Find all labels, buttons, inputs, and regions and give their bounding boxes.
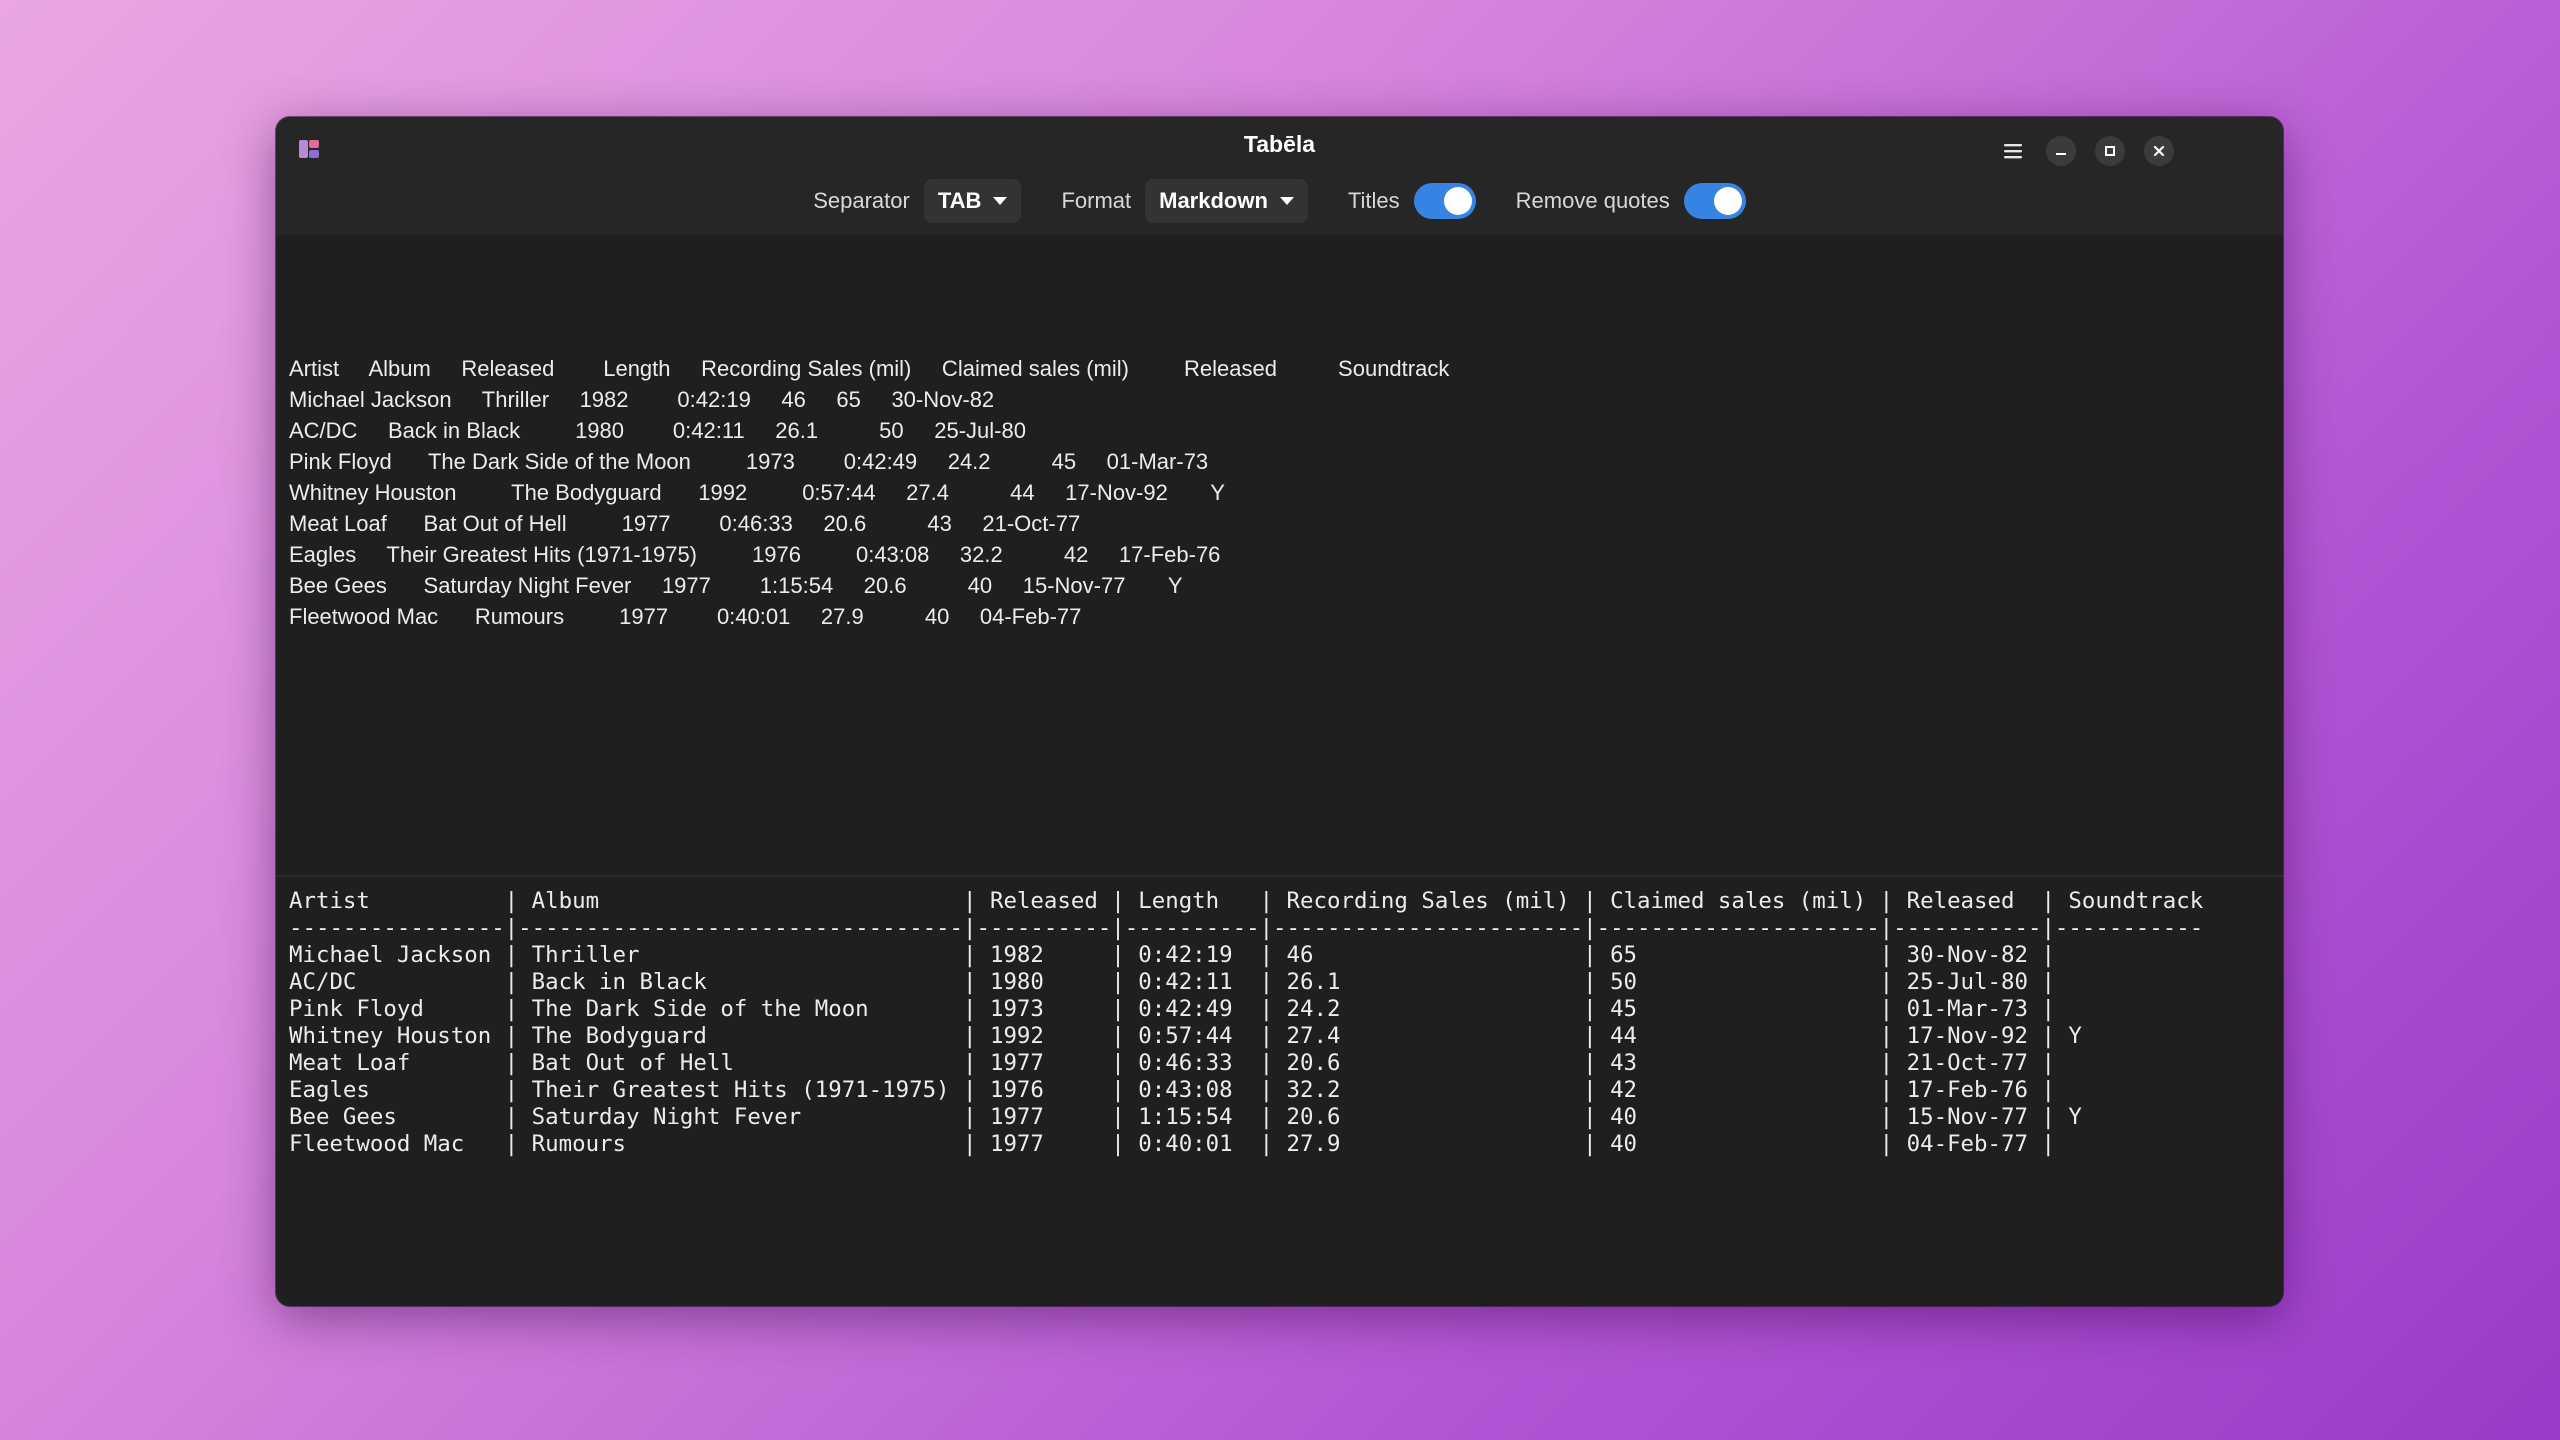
- close-button[interactable]: [2144, 136, 2174, 166]
- output-text-area[interactable]: Artist | Album | Released | Length | Rec…: [276, 877, 2283, 1306]
- input-line: Bee Gees Saturday Night Fever 1977 1:15:…: [289, 573, 1183, 598]
- format-value: Markdown: [1159, 188, 1268, 213]
- output-line: Pink Floyd | The Dark Side of the Moon |…: [289, 996, 2055, 1022]
- output-line: ----------------|-----------------------…: [289, 915, 2204, 941]
- separator-label: Separator: [813, 188, 910, 213]
- titles-toggle[interactable]: [1413, 183, 1476, 219]
- minimize-button[interactable]: [2046, 136, 2076, 166]
- output-line: Fleetwood Mac | Rumours | 1977 | 0:40:01…: [289, 1131, 2055, 1157]
- remove-quotes-label: Remove quotes: [1515, 188, 1670, 213]
- input-line: Meat Loaf Bat Out of Hell 1977 0:46:33 2…: [289, 511, 1081, 536]
- output-line: Eagles | Their Greatest Hits (1971-1975)…: [289, 1077, 2055, 1103]
- input-line: AC/DC Back in Black 1980 0:42:11 26.1 50…: [289, 418, 1026, 443]
- maximize-icon: [2104, 145, 2116, 157]
- input-line: Fleetwood Mac Rumours 1977 0:40:01 27.9 …: [289, 604, 1082, 629]
- format-label: Format: [1061, 188, 1132, 213]
- output-line: Whitney Houston | The Bodyguard | 1992 |…: [289, 1023, 2082, 1049]
- close-icon: [2153, 145, 2165, 157]
- remove-quotes-toggle[interactable]: [1683, 183, 1746, 219]
- input-line: Whitney Houston The Bodyguard 1992 0:57:…: [289, 480, 1225, 505]
- output-line: Meat Loaf | Bat Out of Hell | 1977 | 0:4…: [289, 1050, 2055, 1076]
- output-line: AC/DC | Back in Black | 1980 | 0:42:11 |…: [289, 969, 2055, 995]
- toggle-knob: [1443, 187, 1472, 215]
- app-window: Tabēla Separator TAB Format Markdown Tit…: [276, 117, 2283, 1306]
- hamburger-menu-icon: [2003, 142, 2023, 160]
- output-line: Artist | Album | Released | Length | Rec…: [289, 888, 2204, 914]
- maximize-button[interactable]: [2095, 136, 2125, 166]
- input-line: Pink Floyd The Dark Side of the Moon 197…: [289, 449, 1209, 474]
- input-line: Michael Jackson Thriller 1982 0:42:19 46…: [289, 387, 995, 412]
- window-title: Tabēla: [1243, 131, 1316, 157]
- input-line: Eagles Their Greatest Hits (1971-1975) 1…: [289, 542, 1221, 567]
- input-line: Artist Album Released Length Recording S…: [289, 356, 1450, 381]
- menu-button[interactable]: [1998, 136, 2028, 166]
- input-text-area[interactable]: Artist Album Released Length Recording S…: [276, 235, 2283, 875]
- toolbar: Separator TAB Format Markdown Titles Rem…: [276, 177, 2283, 225]
- chevron-down-icon: [1279, 197, 1294, 205]
- output-line: Michael Jackson | Thriller | 1982 | 0:42…: [289, 942, 2055, 968]
- output-line: Bee Gees | Saturday Night Fever | 1977 |…: [289, 1104, 2082, 1130]
- minimize-icon: [2055, 145, 2067, 157]
- separator-value: TAB: [937, 188, 982, 213]
- chevron-down-icon: [993, 197, 1008, 205]
- separator-dropdown[interactable]: TAB: [923, 179, 1022, 223]
- format-dropdown[interactable]: Markdown: [1145, 179, 1308, 223]
- titles-label: Titles: [1347, 188, 1400, 213]
- toggle-knob: [1713, 187, 1742, 215]
